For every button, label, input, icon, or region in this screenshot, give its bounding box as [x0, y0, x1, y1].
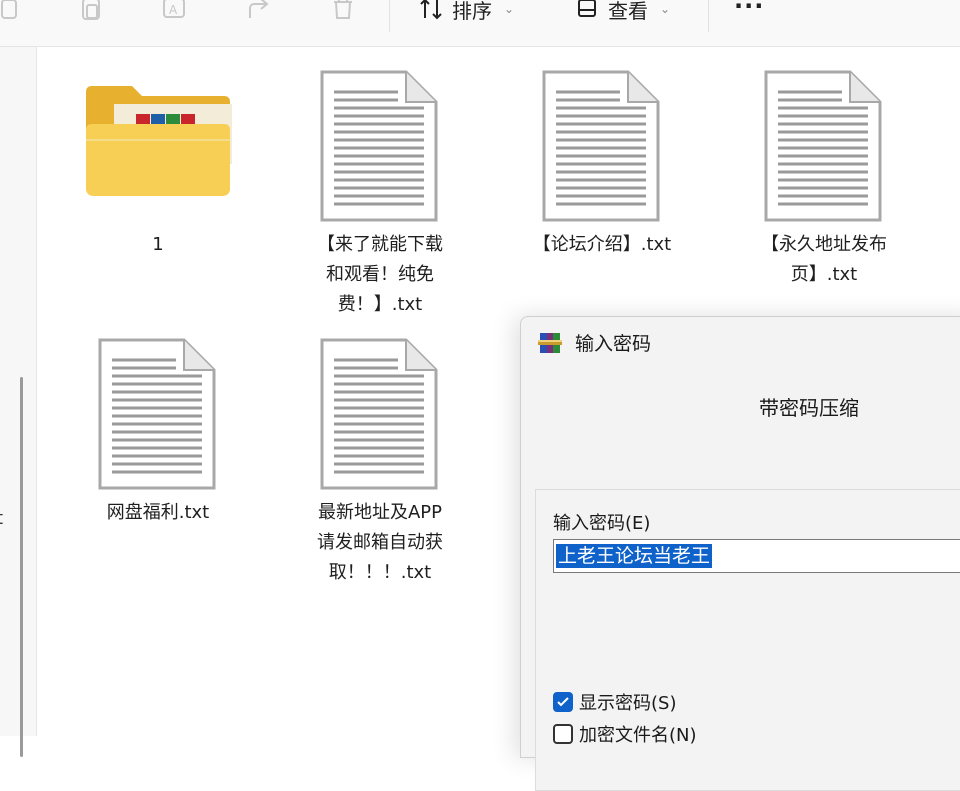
file-name-line: 费！】.txt	[337, 294, 423, 315]
svg-text:A: A	[169, 3, 178, 17]
file-name: 网盘福利.txt	[78, 498, 238, 528]
folder-icon	[86, 86, 232, 196]
file-name-line: 【来了就能下载	[317, 234, 443, 255]
text-file-icon	[542, 70, 660, 222]
file-item-txt[interactable]: 【来了就能下载 和观看！纯免 费！】.txt	[300, 70, 460, 330]
file-name-line: 页】.txt	[790, 264, 858, 285]
file-item-txt[interactable]: 网盘福利.txt	[78, 338, 238, 538]
file-item-txt[interactable]: 最新地址及APP 请发邮箱自动获 取！！！.txt	[300, 338, 460, 598]
file-name: 最新地址及APP 请发邮箱自动获 取！！！.txt	[300, 498, 460, 588]
file-name-line: 请发邮箱自动获	[317, 532, 443, 553]
show-password-checkbox[interactable]: 显示密码(S)	[553, 689, 676, 715]
text-file-icon	[320, 338, 438, 490]
file-name-line: 网盘福利.txt	[106, 502, 210, 523]
show-password-label: 显示密码(S)	[579, 693, 677, 714]
file-name-line: 取！！！.txt	[328, 562, 432, 583]
encrypt-filenames-label: 加密文件名(N)	[579, 725, 697, 746]
sort-button[interactable]: 排序 ⌄	[418, 0, 514, 24]
file-name: 【永久地址发布 页】.txt	[744, 230, 904, 290]
paste-icon[interactable]	[76, 0, 106, 24]
file-item-folder[interactable]: 1	[78, 78, 238, 278]
command-bar: A 排序 ⌄ 查看 ⌄ ···	[0, 0, 960, 47]
share-icon[interactable]	[244, 0, 274, 24]
copy-icon[interactable]	[0, 0, 26, 24]
rename-icon[interactable]: A	[160, 0, 190, 24]
navigation-pane	[0, 47, 37, 757]
winrar-icon	[538, 333, 562, 353]
nav-scrollbar[interactable]	[20, 377, 23, 757]
file-item-txt[interactable]: 【论坛介绍】.txt	[522, 70, 682, 270]
chevron-down-icon: ⌄	[660, 2, 671, 16]
password-input[interactable]: 上老王论坛当老王	[553, 539, 960, 573]
sort-label: 排序	[452, 0, 492, 23]
file-name: 1	[152, 234, 164, 255]
sort-icon	[420, 0, 442, 20]
password-label: 输入密码(E)	[553, 513, 651, 534]
file-name: 【论坛介绍】.txt	[522, 230, 682, 260]
file-name-line: 【论坛介绍】.txt	[532, 234, 672, 255]
file-name-line: 【永久地址发布	[761, 234, 887, 255]
view-button[interactable]: 查看 ⌄	[576, 0, 670, 24]
checkbox-unchecked-icon	[553, 724, 573, 744]
toolbar-separator	[389, 0, 390, 32]
password-value-selected: 上老王论坛当老王	[556, 544, 713, 568]
password-dialog: 输入密码 带密码压缩 输入密码(E) 上老王论坛当老王 显示密码(S) 加密文件…	[520, 316, 960, 791]
encrypt-filenames-checkbox[interactable]: 加密文件名(N)	[553, 721, 697, 747]
text-file-icon	[320, 70, 438, 222]
more-options-button[interactable]: ···	[734, 0, 764, 20]
file-name-line: 和观看！纯免	[326, 264, 434, 285]
delete-icon[interactable]	[328, 0, 358, 24]
file-item-txt[interactable]: 【永久地址发布 页】.txt	[744, 70, 904, 300]
text-file-icon	[98, 338, 216, 490]
text-file-icon	[764, 70, 882, 222]
checkbox-checked-icon	[553, 692, 573, 712]
dialog-title: 输入密码	[575, 333, 652, 355]
chevron-down-icon: ⌄	[504, 2, 515, 16]
dialog-heading: 带密码压缩	[759, 396, 859, 420]
toolbar-separator	[708, 0, 709, 32]
nav-item-partial[interactable]: t	[0, 508, 3, 529]
view-icon	[578, 0, 596, 17]
view-label: 查看	[608, 0, 648, 23]
file-name-line: 最新地址及APP	[317, 502, 443, 523]
file-name: 【来了就能下载 和观看！纯免 费！】.txt	[300, 230, 460, 320]
